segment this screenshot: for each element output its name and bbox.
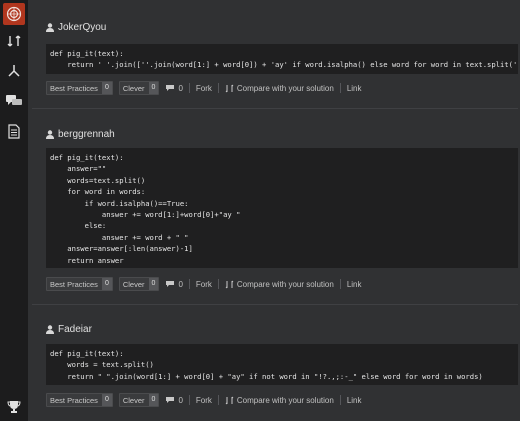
comments-icon <box>166 397 175 403</box>
code-line: def pig_it(text): <box>50 49 124 58</box>
code-line: answer="" <box>50 164 107 174</box>
separator <box>217 279 219 289</box>
code-line: def pig_it(text): <box>50 153 124 162</box>
code-line: return answer <box>50 255 124 265</box>
clever-button[interactable]: Clever 0 <box>118 393 160 407</box>
compare-button[interactable]: Compare with your solution <box>225 280 334 289</box>
code-line: def pig_it(text): <box>50 349 124 358</box>
compare-icon <box>225 396 234 404</box>
solution-author[interactable]: JokerQyou <box>46 20 106 34</box>
clever-button[interactable]: Clever 0 <box>118 277 160 291</box>
user-icon <box>46 129 54 139</box>
link-button[interactable]: Link <box>347 84 362 93</box>
code-line: words = text.split() <box>50 360 154 370</box>
separator <box>188 83 190 93</box>
code-line: for word in words: <box>50 187 146 197</box>
chat-icon[interactable] <box>6 93 22 109</box>
best-practices-button[interactable]: Best Practices 0 <box>46 277 113 291</box>
codewars-logo-icon <box>6 6 22 22</box>
divider <box>32 304 518 305</box>
code-line: answer += word[1:]+word[0]+"ay " <box>50 210 241 220</box>
author-name: berggrennah <box>58 128 115 140</box>
comments-button[interactable]: 0 <box>165 396 183 405</box>
divider <box>32 108 518 109</box>
user-icon <box>46 22 54 32</box>
code-line: words=text.split() <box>50 175 146 185</box>
comments-button[interactable]: 0 <box>165 280 183 289</box>
fork-button[interactable]: Fork <box>196 84 212 93</box>
best-practices-button[interactable]: Best Practices 0 <box>46 81 113 95</box>
kata-icon[interactable] <box>6 33 22 49</box>
separator <box>217 395 219 405</box>
codewars-logo[interactable] <box>3 3 25 25</box>
code-block: def pig_it(text): return ' '.join([''.jo… <box>46 44 518 74</box>
compare-button[interactable]: Compare with your solution <box>225 84 334 93</box>
separator <box>339 83 341 93</box>
solutions-list: JokerQyou def pig_it(text): return ' '.j… <box>32 0 518 421</box>
comments-button[interactable]: 0 <box>165 84 183 93</box>
solution-actions: Best Practices 0 Clever 0 0 Fork Compare w… <box>46 277 368 291</box>
solution-author[interactable]: berggrennah <box>46 127 115 141</box>
compare-icon <box>225 280 234 288</box>
user-icon <box>46 324 54 334</box>
comments-icon <box>166 281 175 287</box>
code-block: def pig_it(text): words = text.split() r… <box>46 344 518 385</box>
separator <box>217 83 219 93</box>
solution-author[interactable]: Fadeiar <box>46 322 92 336</box>
code-line: return ' '.join([''.join(word[1:] + word… <box>50 60 518 70</box>
code-line: return " ".join(word[1:] + word[0] + "ay… <box>50 371 483 381</box>
solution-actions: Best Practices 0 Clever 0 0 Fork Compare w… <box>46 81 368 95</box>
code-line: if word.isalpha()==True: <box>50 198 189 208</box>
solution-actions: Best Practices 0 Clever 0 0 Fork Compare w… <box>46 393 368 407</box>
separator <box>339 395 341 405</box>
code-line: else: <box>50 221 107 231</box>
separator <box>339 279 341 289</box>
separator <box>188 279 190 289</box>
comments-icon <box>166 85 175 91</box>
code-line: answer += word + " " <box>50 232 189 242</box>
separator <box>188 395 190 405</box>
clever-button[interactable]: Clever 0 <box>118 81 160 95</box>
code-block: def pig_it(text): answer="" words=text.s… <box>46 148 518 268</box>
link-button[interactable]: Link <box>347 280 362 289</box>
trophy-icon[interactable] <box>6 399 22 415</box>
fork-button[interactable]: Fork <box>196 280 212 289</box>
author-name: Fadeiar <box>58 323 92 335</box>
compare-button[interactable]: Compare with your solution <box>225 396 334 405</box>
best-practices-button[interactable]: Best Practices 0 <box>46 393 113 407</box>
code-line: answer=answer[:len(answer)-1] <box>50 244 193 254</box>
sidebar <box>0 0 28 421</box>
link-button[interactable]: Link <box>347 396 362 405</box>
fork-icon[interactable] <box>6 63 22 79</box>
author-name: JokerQyou <box>58 21 107 33</box>
fork-button[interactable]: Fork <box>196 396 212 405</box>
compare-icon <box>225 84 234 92</box>
docs-icon[interactable] <box>6 123 22 139</box>
